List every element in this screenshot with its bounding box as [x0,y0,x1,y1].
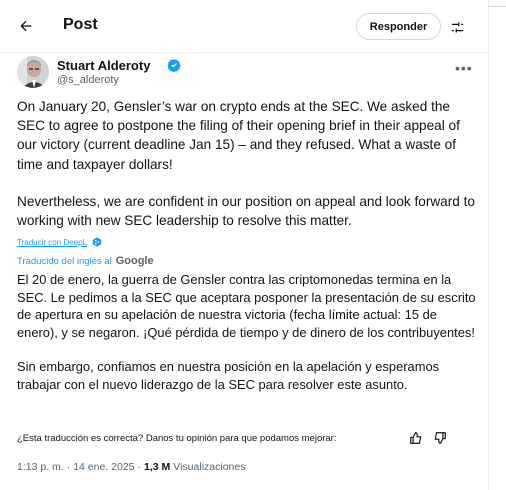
tweet-paragraph: Nevertheless, we are confident in our po… [17,193,475,229]
deepl-icon [92,237,102,247]
translation-feedback: ¿Esta traducción es correcta? Danos tu o… [17,431,477,447]
tweet-paragraph: On January 20, Gensler’s war on crypto e… [17,99,460,172]
translated-by-google: Traducido del inglés al Google [17,255,154,267]
meta-separator: · [66,461,71,473]
thumbs-up-icon[interactable] [409,431,423,445]
sliders-icon [451,22,463,32]
more-options-button[interactable]: ••• [455,60,473,76]
translated-from-label: Traducido del inglés al [17,255,112,267]
post-metadata: 1:13 p. m. · 14 ene. 2025 · 1,3 M Visual… [17,461,245,473]
translation-paragraph: Sin embargo, confiamos en nuestra posici… [17,359,440,392]
translation-paragraph: El 20 de enero, la guerra de Gensler con… [17,272,476,340]
verified-badge-icon [167,58,181,72]
window-edge [488,0,506,490]
google-logo-text: Google [115,255,154,267]
reply-button[interactable]: Responder [356,13,441,40]
translated-text: El 20 de enero, la guerra de Gensler con… [17,271,477,394]
views-label: Visualizaciones [173,461,246,473]
views-count: 1,3 M [144,461,171,473]
more-horizontal-icon: ••• [455,60,473,76]
translate-deepl-link[interactable]: Traducir con DeepL [17,237,102,247]
page-title: Post [63,16,98,33]
post-date[interactable]: 14 ene. 2025 [73,461,134,473]
options-button[interactable] [447,17,467,37]
translate-deepl-label: Traducir con DeepL [17,237,87,247]
thumbs-down-icon[interactable] [433,431,447,445]
tweet-text: On January 20, Gensler’s war on crypto e… [17,97,480,230]
meta-separator: · [137,461,142,473]
author-name[interactable]: Stuart Alderoty [57,58,150,73]
back-button[interactable] [13,13,39,39]
avatar[interactable] [17,56,49,88]
top-bar: Post Responder [0,0,506,53]
feedback-question: ¿Esta traducción es correcta? Danos tu o… [17,433,337,444]
arrow-left-icon [20,20,32,32]
author-handle[interactable]: @s_alderoty [57,74,119,86]
author-header: Stuart Alderoty @s_alderoty ••• [17,56,477,90]
post-time[interactable]: 1:13 p. m. [17,461,64,473]
